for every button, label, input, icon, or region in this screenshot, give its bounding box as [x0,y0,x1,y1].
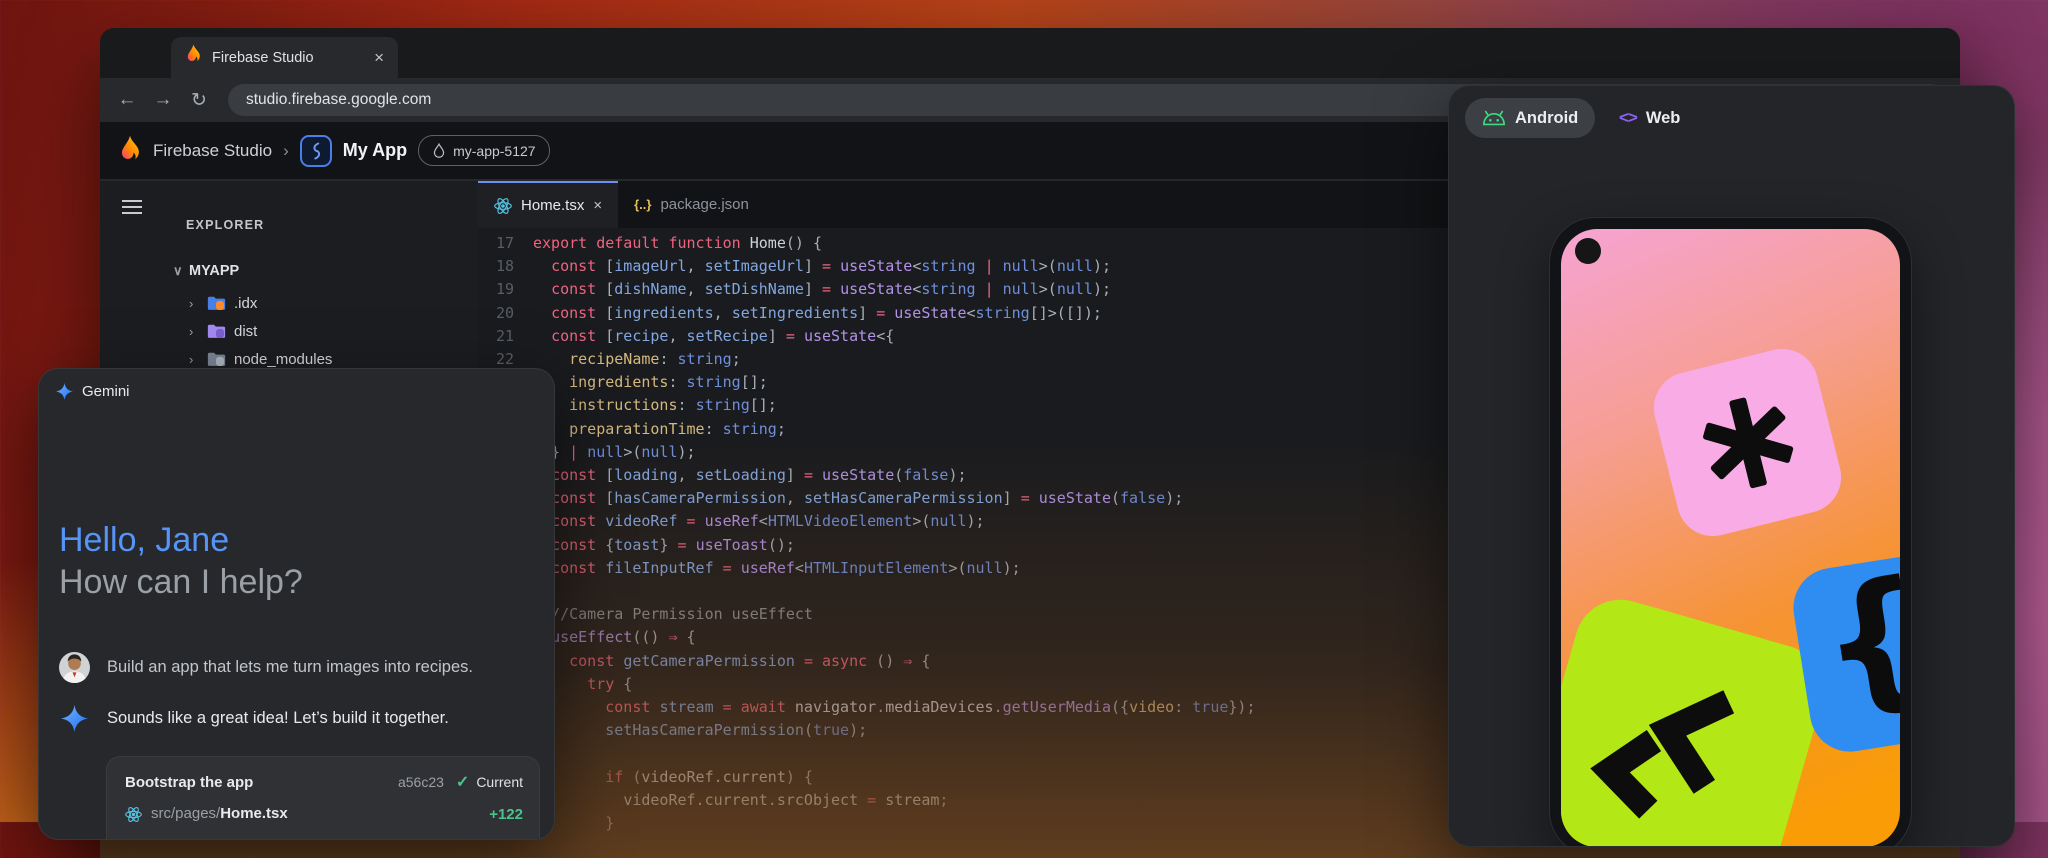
reload-icon[interactable]: ↻ [186,89,212,112]
tree-item[interactable]: › .idx [189,289,478,317]
toggle-android[interactable]: Android [1465,98,1595,138]
assistant-message: Sounds like a great idea! Let’s build it… [107,709,449,728]
line-number: 18 [478,255,514,278]
green-brackets-tile [1561,589,1834,847]
code-text: videoRef.current.srcObject = stream; [514,789,948,812]
assistant-message-row: Sounds like a great idea! Let’s build it… [59,705,538,732]
app-name[interactable]: My App [343,140,407,161]
chevron-right-icon: › [189,352,199,367]
tree-item-label: node_modules [234,351,332,368]
user-message-row: Build an app that lets me turn images in… [59,652,538,683]
code-text: const videoRef = useRef<HTMLVideoElement… [514,510,985,533]
code-brackets-icon: <> [1619,108,1637,128]
phone-screen: { [1561,229,1900,847]
curly-brace-icon: { [1808,547,1900,736]
greeting-line-1: Hello, Jane [59,521,229,560]
code-text: const [hasCameraPermission, setHasCamera… [514,487,1183,510]
breadcrumb-separator: › [283,141,289,161]
bootstrap-card[interactable]: Bootstrap the app a56c23 ✓ Current src/p… [106,756,540,840]
pink-asterisk-tile [1646,341,1848,543]
chevron-right-icon: › [189,296,199,311]
brand-title[interactable]: Firebase Studio [153,141,272,161]
toggle-web[interactable]: <> Web [1607,98,1692,138]
tree-item[interactable]: › dist [189,317,478,345]
workspace-pill[interactable]: my-app-5127 [418,135,550,166]
forward-icon[interactable]: → [150,89,176,111]
tree-item-label: .idx [234,295,257,312]
json-braces-icon: {..} [634,197,651,212]
editor-tab-label: package.json [660,196,748,213]
tree-item-label: dist [234,323,257,340]
line-number: 17 [478,232,514,255]
line-number: 20 [478,302,514,325]
phone-frame: { [1549,217,1912,847]
camera-punch-hole [1575,238,1601,264]
code-text: setHasCameraPermission(true); [514,719,867,742]
code-text: const stream = await navigator.mediaDevi… [514,696,1256,719]
code-text: if (videoRef.current) { [514,766,813,789]
line-number: 19 [478,278,514,301]
menu-button[interactable] [114,189,150,225]
browser-tab-title: Firebase Studio [212,50,364,66]
code-text: const {toast} = useToast(); [514,534,795,557]
firebase-flame-icon [118,135,142,166]
code-text: const [dishName, setDishName] = useState… [514,278,1111,301]
firebase-favicon-icon [185,44,202,71]
code-text: const [ingredients, setIngredients] = us… [514,302,1102,325]
browser-tab-strip: Firebase Studio × [100,28,1960,78]
folder-icon [207,351,226,367]
card-file-row[interactable]: src/pages/Home.tsx +122 [125,805,523,823]
explorer-title: EXPLORER [186,218,264,232]
code-text: const [imageUrl, setImageUrl] = useState… [514,255,1111,278]
editor-tab-package-json[interactable]: {..} package.json [618,181,765,228]
code-text: const getCameraPermission = async () ⇒ { [514,650,930,673]
code-text: recipeName: string; [514,348,741,371]
diff-added-count: +122 [489,806,523,823]
gemini-star-icon [59,705,90,732]
folder-icon [207,295,226,311]
tree-root-myapp[interactable]: ∨ MYAPP [173,263,239,279]
react-icon [125,806,142,823]
asterisk-icon [1689,384,1805,500]
back-icon[interactable]: ← [114,89,140,111]
status-badge: Current [476,774,523,790]
card-title: Bootstrap the app [125,774,398,791]
folder-icon [207,323,226,339]
line-number: 21 [478,325,514,348]
tab-close-icon[interactable]: × [593,197,602,214]
tab-close-icon[interactable]: × [374,48,384,68]
code-text: const [loading, setLoading] = useState(f… [514,464,967,487]
gemini-title: Gemini [82,383,130,400]
droplet-icon [432,143,446,159]
tree-root-label: MYAPP [189,263,239,279]
chevron-right-icon: › [189,324,199,339]
user-message: Build an app that lets me turn images in… [107,658,473,677]
url-text: studio.firebase.google.com [246,91,431,109]
user-avatar [59,652,90,683]
code-text: const fileInputRef = useRef<HTMLInputEle… [514,557,1021,580]
gemini-panel: Gemini Hello, Jane How can I help? Build… [38,368,555,840]
commit-hash: a56c23 [398,774,444,790]
browser-tab[interactable]: Firebase Studio × [171,37,398,78]
gemini-header: Gemini [56,383,130,400]
chevron-down-icon: ∨ [173,263,183,279]
code-text: //Camera Permission useEffect [514,603,813,626]
device-preview-panel: Android <> Web [1448,85,2015,847]
web-label: Web [1646,109,1681,128]
check-icon: ✓ [456,772,469,792]
card-header-row: Bootstrap the app a56c23 ✓ Current [125,772,523,792]
editor-tab-label: Home.tsx [521,197,584,214]
app-logo-icon [300,135,332,167]
chevron-brackets-icon [1571,641,1781,847]
gemini-star-icon [56,383,73,400]
react-icon [494,197,512,215]
file-path: src/pages/Home.tsx [151,805,288,823]
android-label: Android [1515,109,1578,128]
editor-tab-home[interactable]: Home.tsx × [478,181,618,228]
code-text: const [recipe, setRecipe] = useState<{ [514,325,894,348]
android-icon [1482,110,1506,126]
greeting-line-2: How can I help? [59,563,303,602]
workspace-id: my-app-5127 [453,143,536,159]
code-text: export default function Home() { [514,232,822,255]
